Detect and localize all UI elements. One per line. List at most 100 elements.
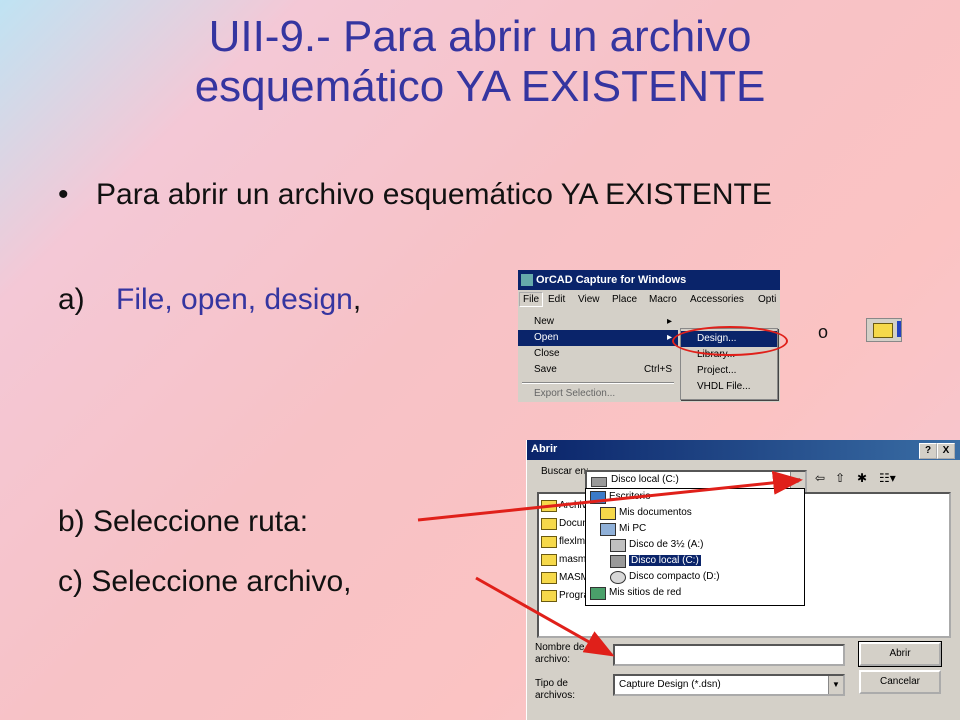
orcad-title: OrCAD Capture for Windows bbox=[536, 274, 687, 286]
step-c: c) Seleccione archivo, bbox=[58, 565, 352, 598]
folder-label: Archiv bbox=[559, 500, 587, 511]
file-menu-save-shortcut: Ctrl+S bbox=[643, 364, 672, 375]
file-menu-close[interactable]: Close bbox=[518, 346, 678, 362]
hard-drive-icon bbox=[591, 477, 607, 487]
open-button[interactable]: Abrir bbox=[858, 641, 942, 667]
filename-label: Nombre de archivo: bbox=[535, 642, 585, 665]
view-menu-icon[interactable]: ☷▾ bbox=[879, 470, 896, 486]
file-menu-new[interactable]: New ▸ bbox=[518, 314, 678, 330]
file-menu-save-label: Save bbox=[534, 364, 557, 375]
dropdown-item-mis-documentos[interactable]: Mis documentos bbox=[600, 505, 692, 521]
or-text: o bbox=[818, 322, 829, 342]
filetype-value: Capture Design (*.dsn) bbox=[619, 679, 721, 690]
toolbar-edge-icon bbox=[897, 321, 901, 337]
cd-drive-icon bbox=[610, 571, 626, 584]
folder-icon bbox=[541, 536, 557, 548]
submenu-project-label: Project... bbox=[697, 365, 737, 376]
folder-icon bbox=[541, 572, 557, 584]
step-a-text: File, open, design bbox=[116, 283, 353, 316]
hard-drive-icon bbox=[610, 555, 626, 568]
orcad-app-icon bbox=[521, 274, 533, 286]
menu-separator bbox=[522, 382, 674, 384]
help-button[interactable]: ? bbox=[919, 443, 937, 459]
dropdown-item-mi-pc[interactable]: Mi PC bbox=[600, 521, 646, 537]
slide-title-line-2: esquemático YA EXISTENTE bbox=[194, 62, 766, 111]
submenu-arrow-icon: ▸ bbox=[666, 316, 672, 327]
orcad-titlebar: OrCAD Capture for Windows bbox=[518, 270, 780, 290]
folder-label: Docun bbox=[559, 518, 588, 529]
menu-options[interactable]: Opti bbox=[758, 294, 776, 305]
file-menu-open[interactable]: Open ▸ bbox=[518, 330, 678, 346]
dropdown-item-label: Mis documentos bbox=[619, 507, 692, 518]
new-folder-icon[interactable]: ✱ bbox=[857, 470, 867, 486]
dropdown-item-label: Mi PC bbox=[619, 523, 647, 534]
slide-title: UII-9.- Para abrir un archivo esquemátic… bbox=[0, 12, 960, 112]
bullet-text: Para abrir un archivo esquemático YA EXI… bbox=[96, 178, 772, 211]
cancel-button[interactable]: Cancelar bbox=[859, 670, 941, 694]
desktop-icon bbox=[590, 491, 606, 504]
dropdown-item-floppy[interactable]: Disco de 3½ (A:) bbox=[610, 537, 703, 553]
file-menu-open-label: Open bbox=[534, 332, 559, 343]
step-a-label: a) bbox=[58, 283, 85, 316]
menu-edit[interactable]: Edit bbox=[548, 294, 565, 305]
step-b: b) Seleccione ruta: bbox=[58, 505, 309, 538]
submenu-project[interactable]: Project... bbox=[681, 363, 777, 379]
folder-label: flexlm bbox=[559, 536, 586, 547]
look-in-label: Buscar en: bbox=[541, 466, 589, 477]
documents-folder-icon bbox=[600, 507, 616, 520]
orcad-menubar: File Edit View Place Macro Accessories O… bbox=[518, 292, 780, 310]
list-item[interactable]: MASM bbox=[541, 570, 589, 586]
up-folder-icon[interactable]: ⇧ bbox=[835, 470, 845, 486]
dropdown-item-red[interactable]: Mis sitios de red bbox=[590, 585, 681, 601]
filetype-select[interactable]: Capture Design (*.dsn) ▼ bbox=[613, 674, 845, 696]
look-in-value: Disco local (C:) bbox=[611, 474, 679, 485]
open-folder-icon bbox=[873, 323, 893, 338]
dialog-titlebar: Abrir ? X bbox=[527, 440, 960, 460]
dropdown-item-escritorio[interactable]: Escritorio bbox=[590, 489, 651, 505]
file-menu-save[interactable]: Save Ctrl+S bbox=[518, 362, 678, 378]
dropdown-item-disco-local[interactable]: Disco local (C:) bbox=[610, 553, 702, 569]
dropdown-item-label: Disco de 3½ (A:) bbox=[629, 539, 704, 550]
dropdown-item-cd[interactable]: Disco compacto (D:) bbox=[610, 569, 720, 585]
chevron-down-icon[interactable]: ▼ bbox=[828, 676, 843, 694]
list-item[interactable]: flexlm bbox=[541, 534, 585, 550]
submenu-arrow-icon: ▸ bbox=[666, 332, 672, 343]
menu-accessories[interactable]: Accessories bbox=[690, 294, 744, 305]
bullet-dot: • bbox=[58, 178, 69, 211]
folder-icon bbox=[541, 500, 557, 512]
submenu-vhdl-file[interactable]: VHDL File... bbox=[681, 379, 777, 395]
file-menu: New ▸ Open ▸ Close Save Ctrl+S Export Se… bbox=[518, 310, 678, 402]
dropdown-item-label: Escritorio bbox=[609, 491, 651, 502]
look-in-dropdown: Escritorio Mis documentos Mi PC Disco de… bbox=[585, 488, 805, 606]
file-menu-new-label: New bbox=[534, 316, 555, 327]
file-menu-close-label: Close bbox=[534, 348, 560, 359]
filetype-label: Tipo de archivos: bbox=[535, 678, 576, 701]
open-toolbar-button[interactable] bbox=[866, 318, 902, 342]
back-icon[interactable]: ⇦ bbox=[815, 470, 825, 486]
submenu-vhdl-label: VHDL File... bbox=[697, 381, 751, 392]
folder-label: masm bbox=[559, 554, 587, 565]
menu-view[interactable]: View bbox=[578, 294, 600, 305]
menu-file[interactable]: File bbox=[519, 292, 544, 307]
open-dialog: Abrir ? X Buscar en: Disco local (C:) ▼ … bbox=[526, 440, 960, 720]
menu-place[interactable]: Place bbox=[612, 294, 637, 305]
list-item[interactable]: Docun bbox=[541, 516, 588, 532]
list-item[interactable]: Archiv bbox=[541, 498, 587, 514]
list-item[interactable]: Progra bbox=[541, 588, 589, 604]
close-button[interactable]: X bbox=[937, 443, 955, 459]
computer-icon bbox=[600, 523, 616, 536]
folder-icon bbox=[541, 590, 557, 602]
file-menu-export-label: Export Selection... bbox=[534, 388, 616, 399]
filename-input[interactable] bbox=[613, 644, 845, 666]
step-a-comma: , bbox=[352, 283, 362, 316]
floppy-icon bbox=[610, 539, 626, 552]
folder-icon bbox=[541, 518, 557, 530]
file-menu-export-selection[interactable]: Export Selection... bbox=[518, 386, 678, 402]
folder-icon bbox=[541, 554, 557, 566]
dropdown-item-label: Disco compacto (D:) bbox=[629, 571, 720, 582]
list-item[interactable]: masm bbox=[541, 552, 586, 568]
menu-macro[interactable]: Macro bbox=[649, 294, 677, 305]
design-highlight-oval bbox=[672, 326, 788, 356]
dropdown-item-label: Mis sitios de red bbox=[609, 587, 682, 598]
slide-title-line-1: UII-9.- Para abrir un archivo bbox=[208, 12, 752, 61]
